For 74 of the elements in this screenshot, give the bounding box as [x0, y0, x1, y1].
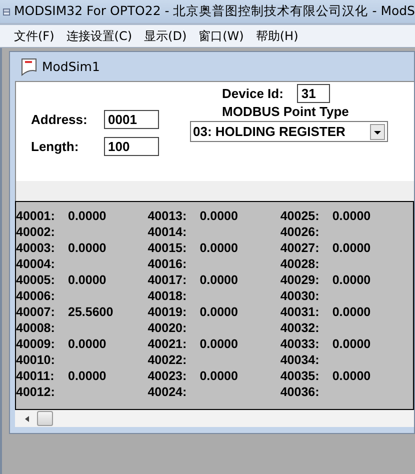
register-address: 40018:: [148, 289, 188, 305]
register-address: 40004:: [16, 257, 56, 273]
child-window-title: ModSim1: [42, 59, 100, 74]
register-value: 0.0000: [332, 241, 371, 257]
device-id-label: Device Id:: [222, 86, 284, 101]
register-address: 40002:: [16, 225, 56, 241]
register-value: 0.0000: [68, 273, 106, 289]
register-address: 40023:: [148, 369, 188, 385]
document-icon: [21, 58, 37, 76]
register-value: 0.0000: [200, 337, 238, 353]
register-address: 40035:: [280, 369, 320, 385]
register-address: 40015:: [148, 241, 188, 257]
register-address: 40008:: [16, 321, 56, 337]
register-address: 40029:: [280, 273, 320, 289]
menu-item[interactable]: 帮助(H): [254, 28, 300, 44]
menu-item[interactable]: 窗口(W): [198, 28, 245, 44]
register-address: 40032:: [280, 321, 320, 337]
register-value: 0.0000: [68, 369, 106, 385]
register-address: 40005:: [16, 273, 56, 289]
register-address: 40033:: [280, 337, 320, 353]
caret-icon: [370, 124, 385, 140]
register-value: 0.0000: [200, 305, 238, 321]
register-value: 0.0000: [200, 209, 238, 225]
horizontal-scrollbar[interactable]: [15, 410, 414, 427]
address-field[interactable]: 0001: [104, 110, 159, 129]
register-value: 0.0000: [332, 337, 371, 353]
register-value: 0.0000: [68, 241, 106, 257]
register-address: 40011:: [16, 369, 56, 385]
window-title: MODSIM32 For OPTO22 - 北京奥普图控制技术有限公司汉化 - ModS: [14, 3, 415, 20]
register-address: 40007:: [16, 305, 56, 321]
register-address: 40010:: [16, 353, 56, 369]
register-value: 0.0000: [200, 241, 238, 257]
register-address: 40034:: [280, 353, 320, 369]
register-value: 0.0000: [332, 369, 371, 385]
scroll-thumb[interactable]: [37, 411, 53, 426]
length-field[interactable]: 100: [104, 137, 159, 156]
register-address: 40030:: [280, 289, 320, 305]
register-value: 0.0000: [200, 369, 238, 385]
register-address: 40026:: [280, 225, 320, 241]
register-address: 40013:: [148, 209, 188, 225]
register-value: 0.0000: [200, 273, 238, 289]
register-address: 40019:: [148, 305, 188, 321]
point-type-label: MODBUS Point Type: [222, 104, 349, 119]
register-address: 40003:: [16, 241, 56, 257]
length-label: Length:: [31, 139, 80, 154]
register-address: 40016:: [148, 257, 188, 273]
register-address: 40006:: [16, 289, 56, 305]
register-address: 40001:: [16, 209, 56, 225]
address-label: Address:: [31, 112, 88, 127]
scroll-left-icon[interactable]: [23, 414, 31, 422]
register-address: 40022:: [148, 353, 188, 369]
register-address: 40027:: [280, 241, 320, 257]
register-address: 40012:: [16, 385, 56, 401]
menu-item[interactable]: 连接设置(C): [65, 28, 134, 44]
register-address: 40014:: [148, 225, 188, 241]
register-value: 0.0000: [332, 305, 371, 321]
register-value: 25.5600: [68, 305, 114, 321]
register-value: 0.0000: [332, 273, 371, 289]
register-address: 40009:: [16, 337, 56, 353]
register-address: 40036:: [280, 385, 320, 401]
point-type-dropdown[interactable]: 03: HOLDING REGISTER: [190, 121, 388, 142]
register-address: 40020:: [148, 321, 188, 337]
register-address: 40024:: [148, 385, 188, 401]
register-address: 40031:: [280, 305, 320, 321]
menu-item[interactable]: 显示(D): [143, 28, 188, 44]
device-id-field[interactable]: 31: [297, 84, 330, 103]
register-address: 40021:: [148, 337, 188, 353]
register-address: 40025:: [280, 209, 320, 225]
register-value: 0.0000: [332, 209, 371, 225]
register-value: 0.0000: [68, 337, 106, 353]
register-address: 40028:: [280, 257, 320, 273]
menu-item[interactable]: 文件(F): [13, 28, 56, 44]
register-address: 40017:: [148, 273, 188, 289]
register-value: 0.0000: [68, 209, 106, 225]
